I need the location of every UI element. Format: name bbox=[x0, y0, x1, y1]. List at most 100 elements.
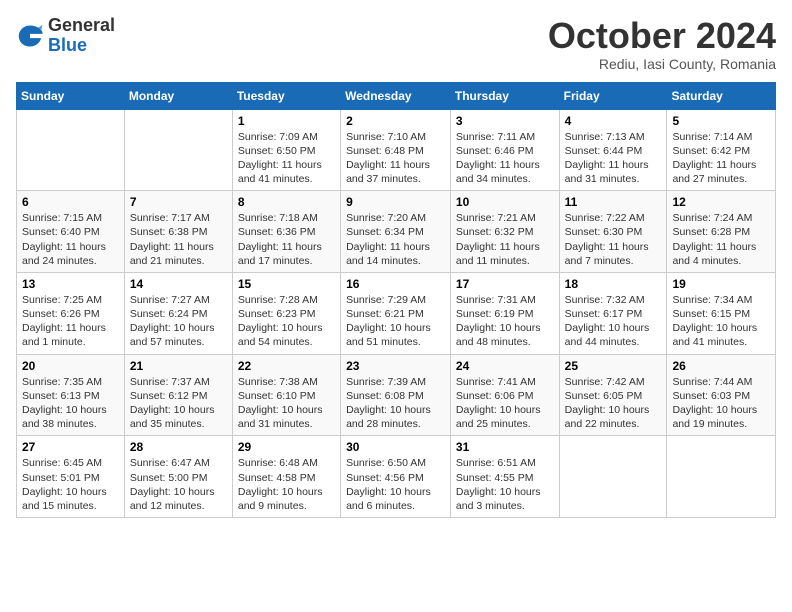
calendar-cell: 5Sunrise: 7:14 AMSunset: 6:42 PMDaylight… bbox=[667, 109, 776, 191]
day-number: 1 bbox=[238, 114, 335, 128]
calendar-cell: 26 Sunrise: 7:44 AMSunset: 6:03 PMDayligh… bbox=[667, 354, 776, 436]
calendar-header-row: SundayMondayTuesdayWednesdayThursdayFrid… bbox=[17, 82, 776, 109]
cell-content: Sunrise: 7:42 AMSunset: 6:05 PMDaylight:… bbox=[565, 375, 662, 432]
logo-blue: Blue bbox=[48, 36, 115, 56]
calendar-week-1: 1 Sunrise: 7:09 AMSunset: 6:50 PMDaylight… bbox=[17, 109, 776, 191]
calendar-week-5: 27Sunrise: 6:45 AMSunset: 5:01 PMDayligh… bbox=[17, 436, 776, 518]
day-header-thursday: Thursday bbox=[450, 82, 559, 109]
day-number: 2 bbox=[346, 114, 445, 128]
day-header-sunday: Sunday bbox=[17, 82, 125, 109]
calendar-cell: 10Sunrise: 7:21 AMSunset: 6:32 PMDayligh… bbox=[450, 191, 559, 273]
day-number: 23 bbox=[346, 359, 445, 373]
calendar-cell: 24Sunrise: 7:41 AMSunset: 6:06 PMDayligh… bbox=[450, 354, 559, 436]
page-header: General Blue October 2024 Rediu, Iasi Co… bbox=[16, 16, 776, 72]
day-number: 4 bbox=[565, 114, 662, 128]
day-number: 8 bbox=[238, 195, 335, 209]
calendar-cell: 30 Sunrise: 6:50 AMSunset: 4:56 PMDayligh… bbox=[341, 436, 451, 518]
calendar-cell bbox=[124, 109, 232, 191]
calendar-cell: 16 Sunrise: 7:29 AMSunset: 6:21 PMDayligh… bbox=[341, 272, 451, 354]
cell-content: Sunrise: 7:10 AMSunset: 6:48 PMDaylight:… bbox=[346, 130, 445, 187]
day-header-saturday: Saturday bbox=[667, 82, 776, 109]
calendar-cell: 9 Sunrise: 7:20 AMSunset: 6:34 PMDaylight… bbox=[341, 191, 451, 273]
cell-content: Sunrise: 7:13 AMSunset: 6:44 PMDaylight:… bbox=[565, 130, 662, 187]
cell-content: Sunrise: 7:09 AMSunset: 6:50 PMDaylight:… bbox=[238, 130, 335, 187]
cell-content: Sunrise: 7:14 AMSunset: 6:42 PMDaylight:… bbox=[672, 130, 770, 187]
logo-icon bbox=[16, 22, 44, 50]
day-number: 11 bbox=[565, 195, 662, 209]
cell-content: Sunrise: 7:44 AMSunset: 6:03 PMDaylight:… bbox=[672, 375, 770, 432]
day-number: 7 bbox=[130, 195, 227, 209]
logo: General Blue bbox=[16, 16, 115, 56]
cell-content: Sunrise: 7:32 AMSunset: 6:17 PMDaylight:… bbox=[565, 293, 662, 350]
calendar-cell: 17 Sunrise: 7:31 AMSunset: 6:19 PMDayligh… bbox=[450, 272, 559, 354]
logo-general: General bbox=[48, 16, 115, 36]
calendar-cell bbox=[667, 436, 776, 518]
calendar-cell: 12 Sunrise: 7:24 AMSunset: 6:28 PMDayligh… bbox=[667, 191, 776, 273]
month-title: October 2024 bbox=[548, 16, 776, 56]
day-number: 21 bbox=[130, 359, 227, 373]
cell-content: Sunrise: 6:48 AMSunset: 4:58 PMDaylight:… bbox=[238, 456, 335, 513]
cell-content: Sunrise: 7:15 AMSunset: 6:40 PMDaylight:… bbox=[22, 211, 119, 268]
day-number: 24 bbox=[456, 359, 554, 373]
cell-content: Sunrise: 7:31 AMSunset: 6:19 PMDaylight:… bbox=[456, 293, 554, 350]
day-number: 18 bbox=[565, 277, 662, 291]
cell-content: Sunrise: 7:37 AMSunset: 6:12 PMDaylight:… bbox=[130, 375, 227, 432]
cell-content: Sunrise: 6:45 AMSunset: 5:01 PMDaylight:… bbox=[22, 456, 119, 513]
day-number: 6 bbox=[22, 195, 119, 209]
calendar-cell: 15 Sunrise: 7:28 AMSunset: 6:23 PMDayligh… bbox=[232, 272, 340, 354]
calendar-cell: 28Sunrise: 6:47 AMSunset: 5:00 PMDayligh… bbox=[124, 436, 232, 518]
day-number: 30 bbox=[346, 440, 445, 454]
day-number: 9 bbox=[346, 195, 445, 209]
calendar-cell: 25 Sunrise: 7:42 AMSunset: 6:05 PMDayligh… bbox=[559, 354, 667, 436]
calendar-cell: 18 Sunrise: 7:32 AMSunset: 6:17 PMDayligh… bbox=[559, 272, 667, 354]
day-number: 29 bbox=[238, 440, 335, 454]
calendar-cell: 8 Sunrise: 7:18 AMSunset: 6:36 PMDaylight… bbox=[232, 191, 340, 273]
calendar-cell: 20Sunrise: 7:35 AMSunset: 6:13 PMDayligh… bbox=[17, 354, 125, 436]
cell-content: Sunrise: 7:17 AMSunset: 6:38 PMDaylight:… bbox=[130, 211, 227, 268]
cell-content: Sunrise: 6:51 AMSunset: 4:55 PMDaylight:… bbox=[456, 456, 554, 513]
day-number: 31 bbox=[456, 440, 554, 454]
calendar-cell: 2 Sunrise: 7:10 AMSunset: 6:48 PMDaylight… bbox=[341, 109, 451, 191]
day-header-friday: Friday bbox=[559, 82, 667, 109]
calendar-cell: 4 Sunrise: 7:13 AMSunset: 6:44 PMDaylight… bbox=[559, 109, 667, 191]
day-number: 17 bbox=[456, 277, 554, 291]
calendar-cell: 6 Sunrise: 7:15 AMSunset: 6:40 PMDaylight… bbox=[17, 191, 125, 273]
calendar-cell bbox=[559, 436, 667, 518]
cell-content: Sunrise: 7:28 AMSunset: 6:23 PMDaylight:… bbox=[238, 293, 335, 350]
day-header-tuesday: Tuesday bbox=[232, 82, 340, 109]
day-number: 16 bbox=[346, 277, 445, 291]
logo-text: General Blue bbox=[48, 16, 115, 56]
cell-content: Sunrise: 6:47 AMSunset: 5:00 PMDaylight:… bbox=[130, 456, 227, 513]
calendar-week-3: 13Sunrise: 7:25 AMSunset: 6:26 PMDayligh… bbox=[17, 272, 776, 354]
day-number: 13 bbox=[22, 277, 119, 291]
location: Rediu, Iasi County, Romania bbox=[548, 56, 776, 72]
cell-content: Sunrise: 7:24 AMSunset: 6:28 PMDaylight:… bbox=[672, 211, 770, 268]
calendar-cell: 27Sunrise: 6:45 AMSunset: 5:01 PMDayligh… bbox=[17, 436, 125, 518]
day-number: 12 bbox=[672, 195, 770, 209]
calendar-cell: 7 Sunrise: 7:17 AMSunset: 6:38 PMDaylight… bbox=[124, 191, 232, 273]
day-number: 26 bbox=[672, 359, 770, 373]
cell-content: Sunrise: 7:20 AMSunset: 6:34 PMDaylight:… bbox=[346, 211, 445, 268]
calendar-week-4: 20Sunrise: 7:35 AMSunset: 6:13 PMDayligh… bbox=[17, 354, 776, 436]
day-number: 15 bbox=[238, 277, 335, 291]
calendar-week-2: 6 Sunrise: 7:15 AMSunset: 6:40 PMDaylight… bbox=[17, 191, 776, 273]
calendar-cell: 1 Sunrise: 7:09 AMSunset: 6:50 PMDaylight… bbox=[232, 109, 340, 191]
cell-content: Sunrise: 7:29 AMSunset: 6:21 PMDaylight:… bbox=[346, 293, 445, 350]
day-header-monday: Monday bbox=[124, 82, 232, 109]
calendar-cell: 23Sunrise: 7:39 AMSunset: 6:08 PMDayligh… bbox=[341, 354, 451, 436]
cell-content: Sunrise: 7:18 AMSunset: 6:36 PMDaylight:… bbox=[238, 211, 335, 268]
day-header-wednesday: Wednesday bbox=[341, 82, 451, 109]
calendar-cell: 22Sunrise: 7:38 AMSunset: 6:10 PMDayligh… bbox=[232, 354, 340, 436]
day-number: 14 bbox=[130, 277, 227, 291]
calendar-cell: 3Sunrise: 7:11 AMSunset: 6:46 PMDaylight… bbox=[450, 109, 559, 191]
day-number: 25 bbox=[565, 359, 662, 373]
day-number: 10 bbox=[456, 195, 554, 209]
cell-content: Sunrise: 7:35 AMSunset: 6:13 PMDaylight:… bbox=[22, 375, 119, 432]
calendar-cell: 31 Sunrise: 6:51 AMSunset: 4:55 PMDayligh… bbox=[450, 436, 559, 518]
cell-content: Sunrise: 7:38 AMSunset: 6:10 PMDaylight:… bbox=[238, 375, 335, 432]
calendar-cell: 19Sunrise: 7:34 AMSunset: 6:15 PMDayligh… bbox=[667, 272, 776, 354]
calendar-cell: 14Sunrise: 7:27 AMSunset: 6:24 PMDayligh… bbox=[124, 272, 232, 354]
calendar-cell: 13Sunrise: 7:25 AMSunset: 6:26 PMDayligh… bbox=[17, 272, 125, 354]
title-section: October 2024 Rediu, Iasi County, Romania bbox=[548, 16, 776, 72]
cell-content: Sunrise: 6:50 AMSunset: 4:56 PMDaylight:… bbox=[346, 456, 445, 513]
